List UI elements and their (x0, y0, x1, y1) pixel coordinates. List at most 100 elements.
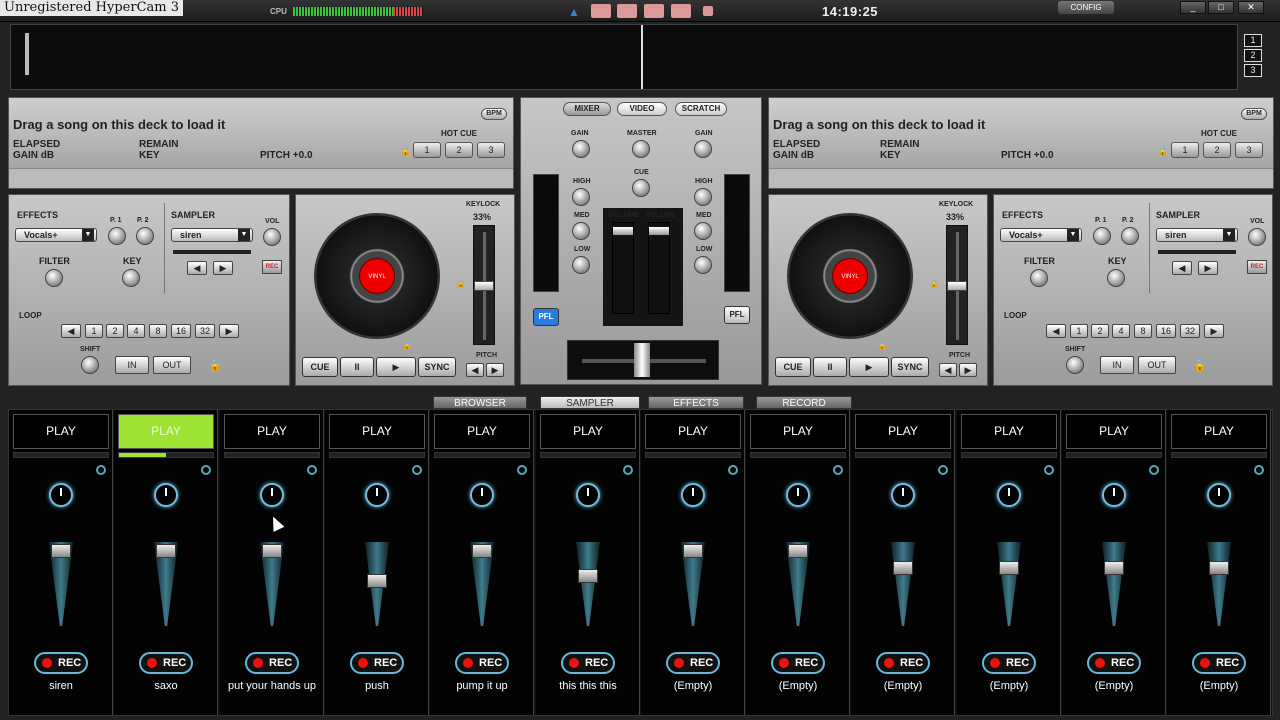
sampler-rec-button[interactable]: REC (771, 652, 825, 674)
filter-knob[interactable] (1030, 269, 1048, 287)
sampler-play-button[interactable]: PLAY (329, 414, 425, 449)
sampler-rec-button[interactable]: REC (1247, 260, 1267, 274)
sampler-volume-knob[interactable] (1248, 228, 1266, 246)
loop-32-button[interactable]: 32 (1180, 324, 1200, 338)
sampler-volume-thumb[interactable] (999, 561, 1019, 575)
deck-right-hotcue-2[interactable]: 2 (1203, 142, 1231, 158)
sampler-power-icon[interactable] (260, 483, 284, 507)
sampler-rec-button[interactable]: REC (262, 260, 282, 274)
tab-mixer[interactable]: MIXER (563, 102, 611, 116)
sampler-loop-toggle[interactable] (728, 465, 738, 475)
sampler-power-icon[interactable] (49, 483, 73, 507)
deck-right-sync-button[interactable]: SYNC (891, 357, 929, 377)
loop-1-button[interactable]: 1 (85, 324, 103, 338)
sampler-loop-toggle[interactable] (1254, 465, 1264, 475)
sampler-play-button[interactable]: PLAY (961, 414, 1057, 449)
sampler-volume-thumb[interactable] (1104, 561, 1124, 575)
shift-knob[interactable] (81, 356, 99, 374)
sampler-dropdown[interactable]: siren ▼ (1156, 228, 1238, 242)
deck-left-cue-button[interactable]: CUE (302, 357, 338, 377)
effect-param-2-knob[interactable] (1121, 227, 1139, 245)
sampler-rec-button[interactable]: REC (139, 652, 193, 674)
deck-right-play-button[interactable]: ▶ (849, 357, 889, 377)
deck-left-hotcue-2[interactable]: 2 (445, 142, 473, 158)
maximize-button[interactable]: □ (1208, 1, 1234, 14)
low-knob-left[interactable] (572, 256, 590, 274)
waveform-display[interactable] (10, 24, 1238, 90)
loop-prev-button[interactable]: ◀ (1046, 324, 1066, 338)
pitch-up-button[interactable]: ▶ (486, 363, 504, 377)
close-button[interactable]: ✕ (1238, 1, 1264, 14)
sampler-power-icon[interactable] (786, 483, 810, 507)
sampler-power-icon[interactable] (891, 483, 915, 507)
sampler-power-icon[interactable] (576, 483, 600, 507)
deck-left-hotcue-3[interactable]: 3 (477, 142, 505, 158)
loop-next-button[interactable]: ▶ (219, 324, 239, 338)
sampler-volume-track[interactable] (576, 542, 600, 626)
master-knob[interactable] (632, 140, 650, 158)
loop-out-button[interactable]: OUT (153, 356, 191, 374)
pfl-right-button[interactable]: PFL (724, 306, 750, 324)
minimize-button[interactable]: _ (1180, 1, 1206, 14)
sampler-loop-toggle[interactable] (938, 465, 948, 475)
sampler-play-button[interactable]: PLAY (118, 414, 214, 449)
volume-fader-right[interactable] (648, 222, 670, 314)
sampler-loop-toggle[interactable] (1149, 465, 1159, 475)
deck-select-1-button[interactable]: 1 (1244, 34, 1262, 47)
deck-right-hotcue-3[interactable]: 3 (1235, 142, 1263, 158)
sampler-power-icon[interactable] (365, 483, 389, 507)
sampler-next-button[interactable]: ▶ (213, 261, 233, 275)
sampler-volume-track[interactable] (1102, 542, 1126, 626)
sampler-power-icon[interactable] (470, 483, 494, 507)
sampler-play-button[interactable]: PLAY (540, 414, 636, 449)
high-knob-left[interactable] (572, 188, 590, 206)
sampler-rec-button[interactable]: REC (1192, 652, 1246, 674)
deck-left-pause-button[interactable]: II (340, 357, 374, 377)
deck-left-bpm-button[interactable]: BPM (481, 108, 507, 120)
loop-2-button[interactable]: 2 (1091, 324, 1109, 338)
sampler-rec-button[interactable]: REC (876, 652, 930, 674)
effect-param-2-knob[interactable] (136, 227, 154, 245)
pitch-thumb[interactable] (474, 281, 494, 291)
sampler-volume-knob[interactable] (263, 228, 281, 246)
lock-icon[interactable]: 🔒 (208, 359, 222, 372)
loop-16-button[interactable]: 16 (171, 324, 191, 338)
tab-effects[interactable]: EFFECTS (648, 396, 744, 409)
high-knob-right[interactable] (694, 188, 712, 206)
loop-16-button[interactable]: 16 (1156, 324, 1176, 338)
tab-sampler[interactable]: SAMPLER (540, 396, 640, 409)
pitch-thumb[interactable] (947, 281, 967, 291)
sampler-volume-thumb[interactable] (472, 544, 492, 558)
effect-param-1-knob[interactable] (108, 227, 126, 245)
deck-select-3-button[interactable]: 3 (1244, 64, 1262, 77)
deck-right-hotcue-1[interactable]: 1 (1171, 142, 1199, 158)
sampler-loop-toggle[interactable] (96, 465, 106, 475)
sampler-play-button[interactable]: PLAY (750, 414, 846, 449)
deck-right-cue-button[interactable]: CUE (775, 357, 811, 377)
tab-record[interactable]: RECORD (756, 396, 852, 409)
sampler-rec-button[interactable]: REC (666, 652, 720, 674)
sampler-loop-toggle[interactable] (833, 465, 843, 475)
deck-left-sync-button[interactable]: SYNC (418, 357, 456, 377)
sampler-volume-thumb[interactable] (683, 544, 703, 558)
sampler-next-button[interactable]: ▶ (1198, 261, 1218, 275)
gain-knob-right[interactable] (694, 140, 712, 158)
volume-fader-left[interactable] (612, 222, 634, 314)
sampler-volume-thumb[interactable] (578, 569, 598, 583)
deck-left-info[interactable]: Drag a song on this deck to load it BPM … (8, 97, 514, 189)
sampler-volume-thumb[interactable] (1209, 561, 1229, 575)
sampler-prev-button[interactable]: ◀ (187, 261, 207, 275)
loop-32-button[interactable]: 32 (195, 324, 215, 338)
sampler-dropdown[interactable]: siren ▼ (171, 228, 253, 242)
tab-browser[interactable]: BROWSER (433, 396, 527, 409)
sampler-play-button[interactable]: PLAY (855, 414, 951, 449)
tab-video[interactable]: VIDEO (617, 102, 667, 116)
sampler-play-button[interactable]: PLAY (1171, 414, 1267, 449)
loop-8-button[interactable]: 8 (149, 324, 167, 338)
sampler-play-button[interactable]: PLAY (13, 414, 109, 449)
deck-select-2-button[interactable]: 2 (1244, 49, 1262, 62)
sampler-volume-thumb[interactable] (788, 544, 808, 558)
crossfader[interactable] (567, 340, 719, 380)
loop-out-button[interactable]: OUT (1138, 356, 1176, 374)
sampler-volume-thumb[interactable] (893, 561, 913, 575)
